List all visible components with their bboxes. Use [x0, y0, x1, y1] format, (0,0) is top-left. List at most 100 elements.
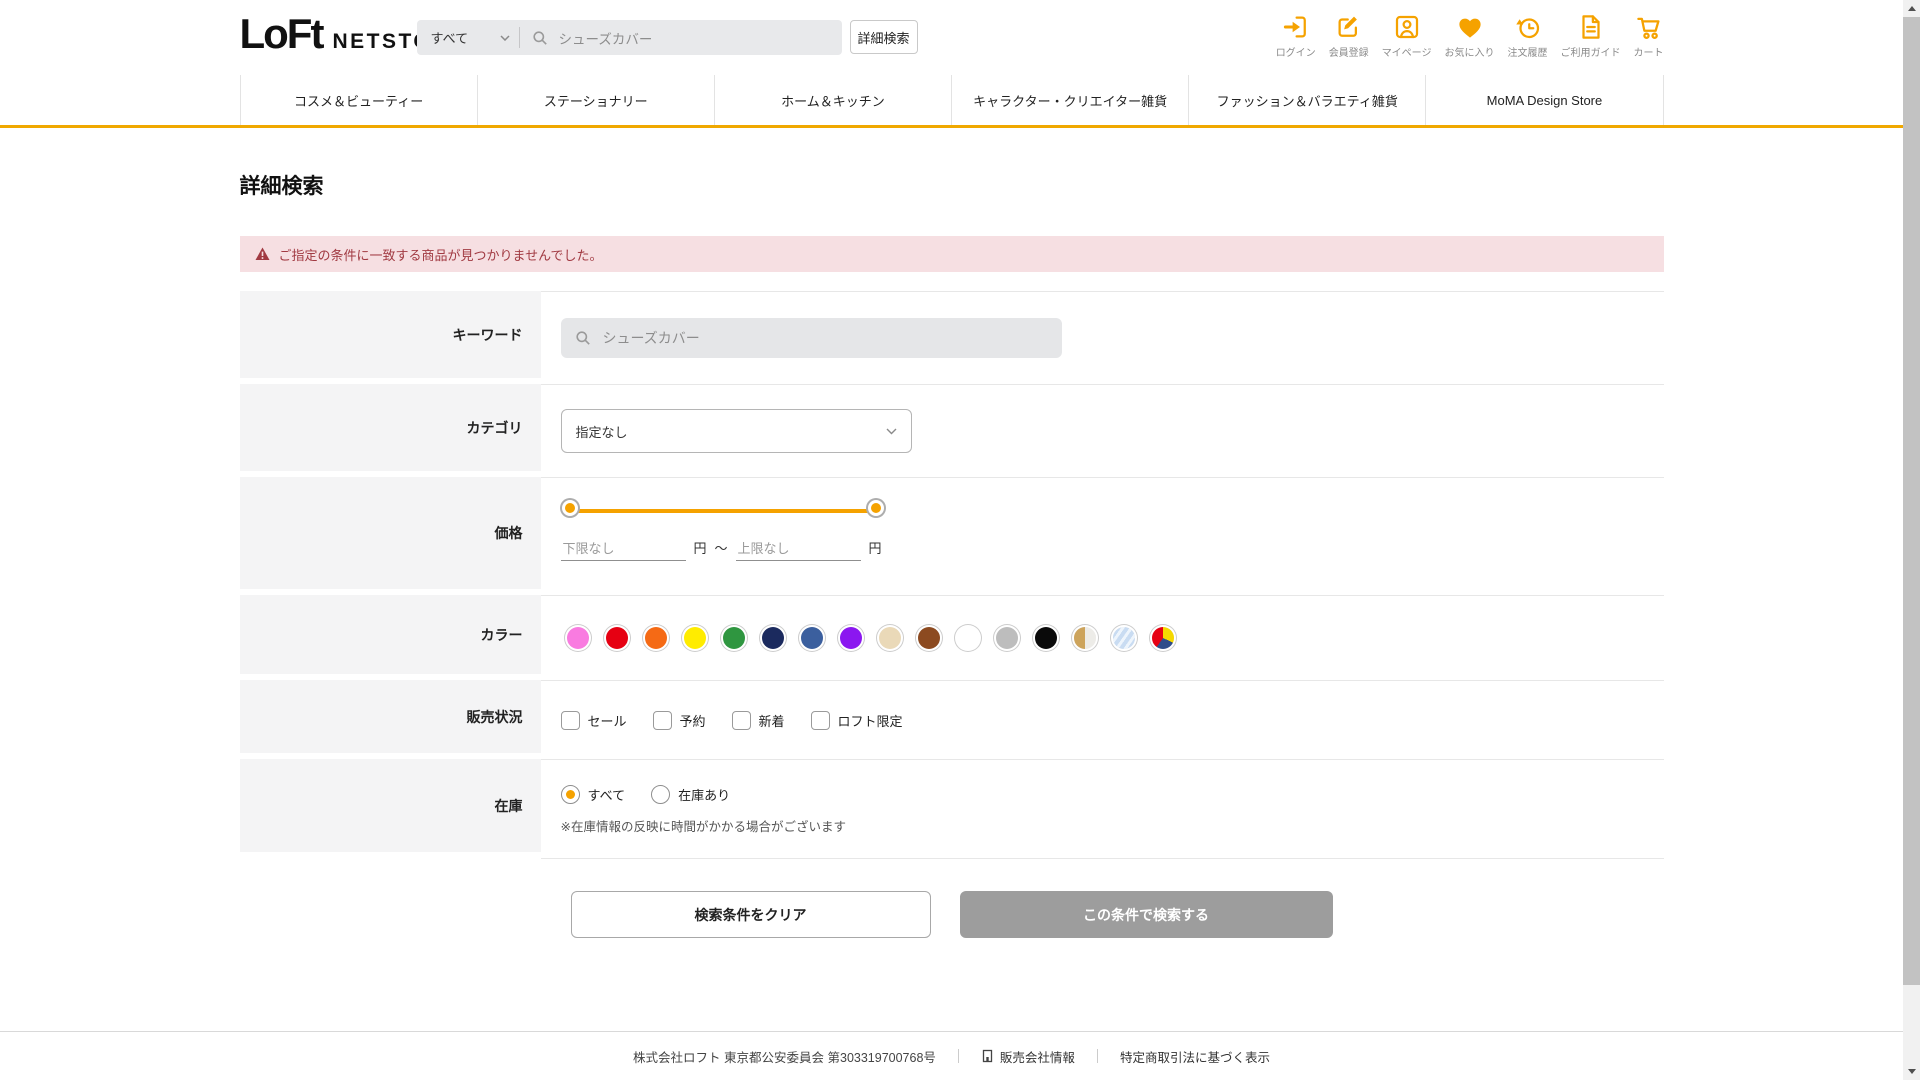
- search-with-conditions-button[interactable]: この条件で検索する: [959, 891, 1333, 938]
- color-swatch-blue[interactable]: [800, 627, 823, 649]
- page-title: 詳細検索: [239, 175, 324, 198]
- nav-item-cosmetics[interactable]: コスメ＆ビューティー: [239, 75, 477, 125]
- search-category-select[interactable]: すべて: [417, 20, 519, 55]
- stock-label: 在庫: [239, 759, 541, 852]
- stock-note: ※在庫情報の反映に時間がかかる場合がございます: [560, 820, 846, 834]
- mypage-icon: [1395, 15, 1418, 39]
- heart-icon: [1458, 18, 1481, 38]
- footer-link-commerce-law[interactable]: 特定商取引法に基づく表示: [1120, 1047, 1270, 1066]
- login-icon: [1283, 16, 1306, 38]
- color-swatch-gray[interactable]: [995, 627, 1018, 649]
- radio-dot: [565, 790, 575, 799]
- clear-conditions-button[interactable]: 検索条件をクリア: [570, 891, 931, 938]
- register-link[interactable]: 会員登録: [1329, 12, 1369, 59]
- sales-status-options: セール 予約 新着 ロフト限定: [560, 681, 1664, 759]
- cart-link[interactable]: カート: [1634, 12, 1664, 59]
- form-row-stock: 在庫 すべて 在庫あり ※在庫情報の反映に時間がかかる場合がございます: [239, 759, 1664, 858]
- nav-item-moma[interactable]: MoMA Design Store: [1425, 75, 1664, 125]
- warning-icon: [255, 247, 269, 260]
- scrollbar-thumb[interactable]: [1903, 17, 1920, 985]
- scroll-down-arrow-icon: [1907, 1069, 1916, 1074]
- header-search-input[interactable]: [556, 29, 807, 46]
- mypage-link[interactable]: マイページ: [1382, 12, 1432, 59]
- main-nav: コスメ＆ビューティー ステーショナリー ホーム＆キッチン キャラクター・クリエイ…: [0, 75, 1903, 128]
- color-swatch-brown[interactable]: [917, 627, 940, 649]
- slider-handle-max[interactable]: [867, 500, 884, 516]
- radio-in-stock[interactable]: 在庫あり: [651, 785, 730, 804]
- color-swatch-black[interactable]: [1034, 627, 1057, 649]
- cart-icon: [1636, 17, 1659, 39]
- color-swatch-navy[interactable]: [761, 627, 784, 649]
- guide-link[interactable]: ご利用ガイド: [1561, 12, 1621, 59]
- favorites-link[interactable]: お気に入り: [1445, 12, 1495, 59]
- scroll-down-button[interactable]: [1903, 1063, 1920, 1080]
- slider-track[interactable]: [572, 509, 873, 513]
- radio-all[interactable]: すべて: [560, 785, 625, 804]
- no-results-alert: ご指定の条件に一致する商品が見つかりませんでした。: [239, 236, 1664, 272]
- nav-item-stationery[interactable]: ステーショナリー: [476, 75, 714, 125]
- checkbox-box: [731, 710, 751, 730]
- search-input-wrap: [520, 29, 842, 46]
- color-swatch-white[interactable]: [956, 627, 979, 649]
- price-range-slider: [561, 500, 884, 522]
- checkbox-loft-limited[interactable]: ロフト限定: [810, 710, 903, 730]
- footer-divider: [1096, 1049, 1098, 1063]
- color-swatch-orange[interactable]: [644, 627, 667, 649]
- scroll-up-arrow-icon: [1907, 6, 1916, 11]
- advanced-search-form: キーワード カテゴリ 指定なし: [239, 291, 1664, 859]
- category-select[interactable]: 指定なし: [560, 409, 912, 453]
- building-icon: [982, 1049, 993, 1063]
- form-row-price: 価格 円 ～ 円: [239, 477, 1664, 595]
- color-swatch-purple[interactable]: [839, 627, 862, 649]
- slider-handle-min[interactable]: [561, 500, 578, 516]
- color-swatch-multicolor[interactable]: [1151, 627, 1174, 649]
- keyword-label: キーワード: [239, 291, 541, 378]
- color-swatch-clear[interactable]: [1112, 627, 1135, 649]
- footer-divider: [957, 1049, 959, 1063]
- checkbox-preorder[interactable]: 予約: [652, 710, 706, 730]
- nav-item-fashion-variety[interactable]: ファッション＆バラエティ雑貨: [1188, 75, 1425, 125]
- color-swatch-yellow[interactable]: [683, 627, 706, 649]
- checkbox-box: [652, 710, 672, 730]
- radio-circle: [651, 785, 671, 804]
- nav-item-character-goods[interactable]: キャラクター・クリエイター雑貨: [951, 75, 1188, 125]
- color-swatch-pink[interactable]: [566, 627, 589, 649]
- login-link[interactable]: ログイン: [1276, 12, 1316, 59]
- price-min-input[interactable]: [560, 537, 686, 561]
- chevron-down-icon: [499, 34, 510, 41]
- footer-company-text: 株式会社ロフト 東京都公安委員会 第303319700768号: [633, 1050, 936, 1065]
- form-actions: 検索条件をクリア この条件で検索する: [240, 891, 1664, 938]
- logo-loft-text: LoFt: [239, 10, 325, 57]
- history-icon: [1515, 18, 1539, 39]
- radio-circle-selected: [560, 785, 580, 804]
- color-swatch-red[interactable]: [605, 627, 628, 649]
- detail-search-button[interactable]: 詳細検索: [849, 20, 918, 54]
- form-row-keyword: キーワード: [239, 291, 1664, 384]
- form-row-color: カラー: [239, 595, 1664, 680]
- nav-item-home-kitchen[interactable]: ホーム＆キッチン: [713, 75, 951, 125]
- header-search-bar: すべて: [416, 20, 842, 55]
- checkbox-new-arrival[interactable]: 新着: [731, 710, 785, 730]
- price-max-input[interactable]: [735, 537, 861, 561]
- color-swatch-gold-silver[interactable]: [1073, 627, 1096, 649]
- color-label: カラー: [239, 595, 541, 674]
- order-history-link[interactable]: 注文履歴: [1508, 12, 1548, 59]
- main-content: 詳細検索 ご指定の条件に一致する商品が見つかりませんでした。 キーワード カテゴ…: [239, 173, 1664, 938]
- site-header: LoFt NETSTORE すべて 詳細検索: [0, 0, 1903, 75]
- price-min-unit: 円: [693, 541, 707, 556]
- error-message: ご指定の条件に一致する商品が見つかりませんでした。: [278, 247, 603, 263]
- color-swatches: [561, 596, 1664, 680]
- color-swatch-beige[interactable]: [878, 627, 901, 649]
- form-row-sales-status: 販売状況 セール 予約 新着 ロフト限定: [239, 680, 1664, 759]
- checkbox-sale[interactable]: セール: [560, 710, 627, 730]
- category-selected-value: 指定なし: [575, 424, 628, 440]
- vertical-scrollbar[interactable]: [1903, 0, 1920, 1080]
- footer-link-company-info[interactable]: 販売会社情報: [981, 1047, 1075, 1066]
- scroll-up-button[interactable]: [1903, 0, 1920, 17]
- checkbox-box: [810, 710, 830, 730]
- checkbox-box: [560, 710, 580, 730]
- search-category-value: すべて: [430, 31, 469, 46]
- price-separator: ～: [714, 541, 728, 556]
- keyword-input[interactable]: [600, 329, 1062, 347]
- color-swatch-green[interactable]: [722, 627, 745, 649]
